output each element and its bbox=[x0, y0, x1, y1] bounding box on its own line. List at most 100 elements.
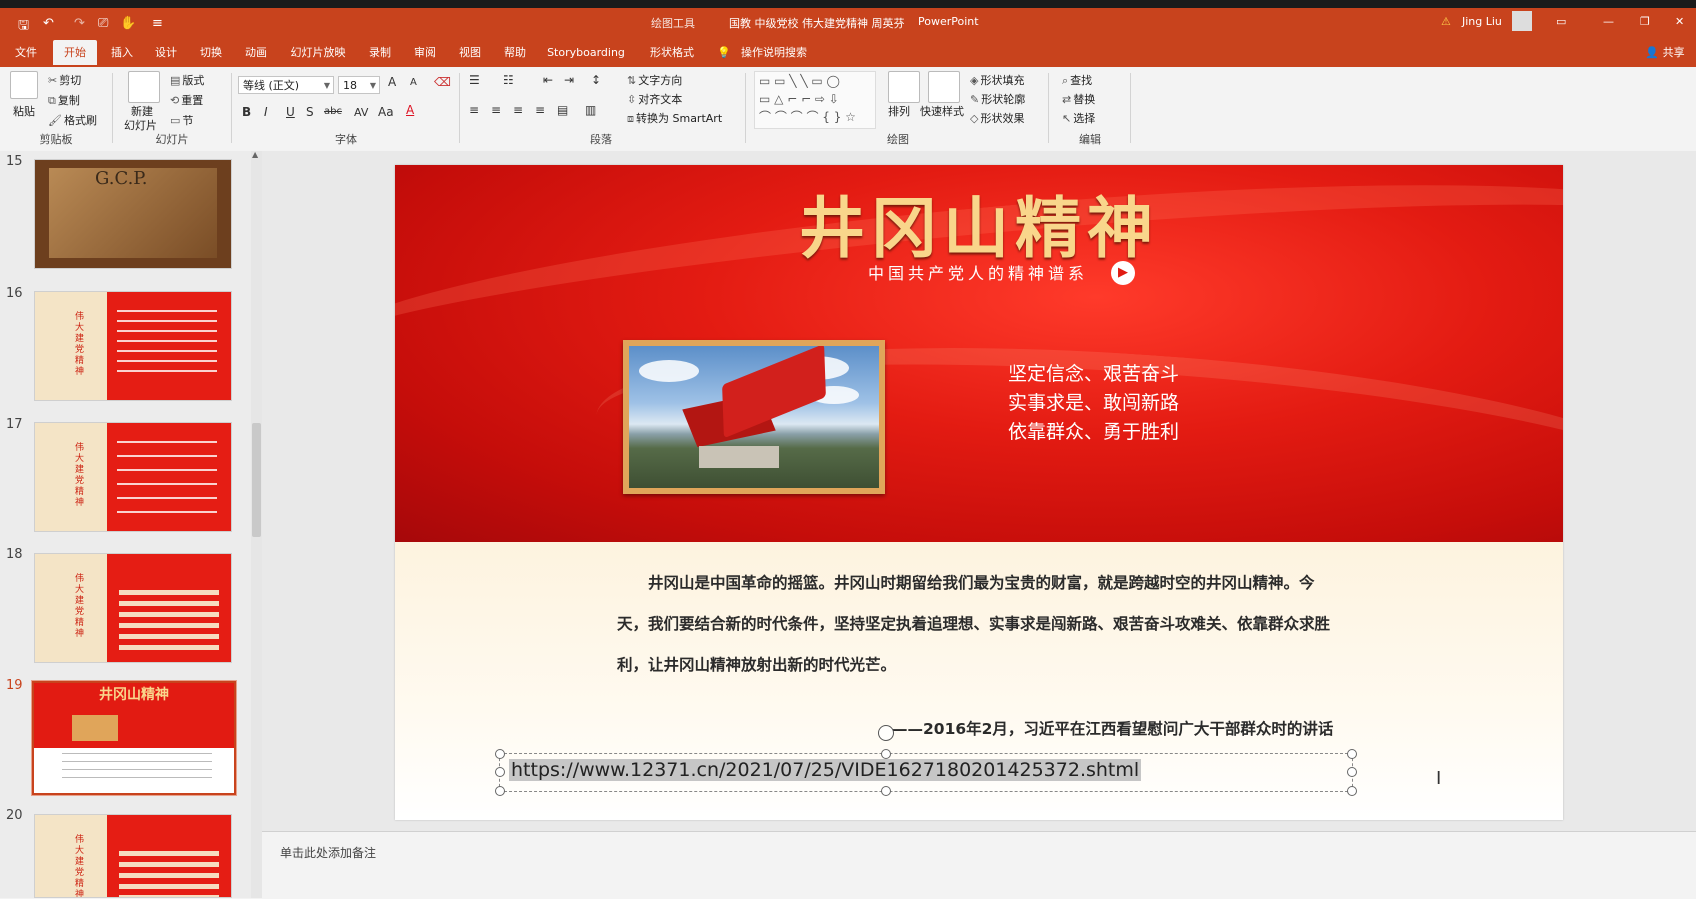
tab-insert[interactable]: 插入 bbox=[104, 40, 140, 65]
shape-fill-button[interactable]: ◈ 形状填充 bbox=[970, 72, 1024, 88]
slide-thumbnail-15[interactable]: G.C.P. bbox=[34, 159, 232, 269]
shrink-font-button[interactable]: A bbox=[410, 77, 417, 88]
resize-handle[interactable] bbox=[881, 749, 891, 759]
smartart-button[interactable]: ⧈ 转换为 SmartArt bbox=[627, 110, 722, 126]
tab-help[interactable]: 帮助 bbox=[497, 40, 533, 65]
tab-animations[interactable]: 动画 bbox=[238, 40, 274, 65]
tab-file[interactable]: 文件 bbox=[8, 40, 44, 65]
slide-thumbnail-16[interactable]: 伟大建党精神 bbox=[34, 291, 232, 401]
slide-title[interactable]: 井冈山精神 bbox=[395, 175, 1563, 271]
find-button[interactable]: ⌕ 查找 bbox=[1062, 72, 1092, 88]
ribbon-display-icon[interactable]: ▭ bbox=[1556, 15, 1566, 28]
layout-button[interactable]: ▤ 版式 bbox=[170, 72, 204, 88]
scrollbar-thumb[interactable] bbox=[252, 423, 261, 537]
cut-button[interactable]: ✂ 剪切 bbox=[48, 72, 81, 88]
tab-transitions[interactable]: 切换 bbox=[193, 40, 229, 65]
char-spacing-icon[interactable]: AV bbox=[354, 106, 368, 119]
align-left-icon[interactable]: ≡ bbox=[469, 103, 479, 117]
scroll-up-icon[interactable]: ▲ bbox=[252, 150, 258, 159]
save-icon[interactable]: 🖫 bbox=[18, 16, 29, 38]
format-painter-button[interactable]: 🖌 格式刷 bbox=[48, 112, 97, 128]
slide-thumbnail-18[interactable]: 伟大建党精神 bbox=[34, 553, 232, 663]
arrange-icon[interactable] bbox=[888, 71, 920, 103]
text-direction-button[interactable]: ⇅ 文字方向 bbox=[627, 72, 682, 88]
font-name-combo[interactable]: 等线 (正文) ▼ bbox=[238, 76, 334, 94]
align-center-icon[interactable]: ≡ bbox=[491, 103, 501, 117]
resize-handle[interactable] bbox=[495, 767, 505, 777]
close-icon[interactable]: ✕ bbox=[1675, 15, 1684, 28]
slide-thumbnail-17[interactable]: 伟大建党精神 bbox=[34, 422, 232, 532]
arrange-button[interactable]: 排列 bbox=[888, 103, 910, 119]
customize-qat-icon[interactable]: ≡ bbox=[152, 16, 163, 31]
columns-icon[interactable]: ▥ bbox=[585, 103, 596, 117]
user-name[interactable]: Jing Liu bbox=[1462, 15, 1502, 28]
shape-outline-button[interactable]: ✎ 形状轮廓 bbox=[970, 91, 1025, 107]
decrease-indent-icon[interactable]: ⇤ bbox=[543, 73, 553, 87]
resize-handle[interactable] bbox=[495, 786, 505, 796]
font-size-combo[interactable]: 18 ▼ bbox=[338, 76, 380, 94]
minimize-icon[interactable]: — bbox=[1603, 15, 1614, 28]
shape-effects-button[interactable]: ◇ 形状效果 bbox=[970, 110, 1024, 126]
change-case-button[interactable]: Aa bbox=[378, 105, 394, 119]
presenter-icon[interactable]: ⎚ bbox=[98, 16, 108, 31]
slide-subtitle[interactable]: 中国共产党人的精神谱系 bbox=[868, 260, 1088, 284]
bullets-icon[interactable]: ☰ bbox=[469, 73, 480, 87]
strike-button[interactable]: abc bbox=[324, 106, 342, 117]
play-icon[interactable]: ▶ bbox=[1111, 261, 1135, 285]
underline-button[interactable]: U bbox=[286, 105, 295, 119]
slide-quote[interactable]: ——2016年2月，习近平在江西看望慰问广大干部群众时的讲话 bbox=[892, 717, 1333, 739]
share-button[interactable]: 👤 共享 bbox=[1643, 40, 1687, 65]
tab-storyboarding[interactable]: Storyboarding bbox=[544, 40, 628, 65]
notes-placeholder[interactable]: 单击此处添加备注 bbox=[280, 844, 376, 861]
paste-icon[interactable] bbox=[10, 71, 38, 99]
align-right-icon[interactable]: ≡ bbox=[513, 103, 523, 117]
slogans[interactable]: 坚定信念、艰苦奋斗 实事求是、敢闯新路 依靠群众、勇于胜利 bbox=[1008, 360, 1179, 447]
resize-handle[interactable] bbox=[495, 749, 505, 759]
resize-handle[interactable] bbox=[881, 786, 891, 796]
touch-mode-icon[interactable]: ✋ bbox=[120, 16, 136, 31]
shapes-gallery[interactable]: ▭ ▭ ╲ ╲ ▭ ◯ ▭ △ ⌐ ⌐ ⇨ ⇩ ⌒ ⌒ ⌒ ⌒ { } ☆ bbox=[754, 71, 876, 129]
quick-styles-button[interactable]: 快速样式 bbox=[920, 103, 964, 119]
new-slide-icon[interactable] bbox=[128, 71, 160, 103]
section-button[interactable]: ▭ 节 bbox=[170, 112, 193, 128]
italic-button[interactable]: I bbox=[264, 105, 268, 119]
resize-handle[interactable] bbox=[1347, 749, 1357, 759]
tab-design[interactable]: 设计 bbox=[148, 40, 184, 65]
bold-button[interactable]: B bbox=[242, 105, 251, 119]
slide-thumbnail-20[interactable]: 伟大建党精神 bbox=[34, 814, 232, 898]
distributed-icon[interactable]: ▤ bbox=[557, 103, 568, 117]
restore-icon[interactable]: ❐ bbox=[1640, 15, 1650, 28]
replace-button[interactable]: ⇄ 替换 bbox=[1062, 91, 1095, 107]
font-color-button[interactable]: A bbox=[406, 103, 414, 117]
line-spacing-icon[interactable]: ↕ bbox=[591, 73, 601, 87]
select-button[interactable]: ↖ 选择 bbox=[1062, 110, 1095, 126]
tab-shape-format[interactable]: 形状格式 bbox=[640, 40, 704, 65]
reset-button[interactable]: ⟲ 重置 bbox=[170, 92, 203, 108]
tab-view[interactable]: 视图 bbox=[452, 40, 488, 65]
avatar[interactable] bbox=[1512, 11, 1532, 31]
jinggangshan-photo[interactable] bbox=[623, 340, 885, 494]
numbering-icon[interactable]: ☷ bbox=[503, 73, 514, 87]
copy-button[interactable]: ⧉ 复制 bbox=[48, 92, 80, 108]
current-slide[interactable]: 井冈山精神 中国共产党人的精神谱系 ▶ 坚定信念、艰苦奋斗 实事求是、敢闯新路 … bbox=[395, 165, 1563, 820]
align-text-button[interactable]: ⇳ 对齐文本 bbox=[627, 91, 682, 107]
slide-paragraph[interactable]: 井冈山是中国革命的摇篮。井冈山时期留给我们最为宝贵的财富，就是跨越时空的井冈山精… bbox=[617, 563, 1343, 686]
undo-icon[interactable]: ↶ bbox=[43, 16, 54, 31]
tab-home[interactable]: 开始 bbox=[53, 40, 97, 65]
increase-indent-icon[interactable]: ⇥ bbox=[564, 73, 574, 87]
notes-pane[interactable]: 单击此处添加备注 bbox=[262, 831, 1696, 899]
rotate-handle-icon[interactable] bbox=[878, 725, 894, 741]
warning-icon[interactable]: ⚠ bbox=[1441, 15, 1451, 28]
redo-icon[interactable]: ↷ bbox=[74, 16, 85, 31]
resize-handle[interactable] bbox=[1347, 786, 1357, 796]
url-text[interactable]: https://www.12371.cn/2021/07/25/VIDE1627… bbox=[509, 759, 1142, 781]
paste-button[interactable]: 粘贴 bbox=[13, 103, 35, 119]
tab-record[interactable]: 录制 bbox=[362, 40, 398, 65]
shadow-button[interactable]: S bbox=[306, 105, 314, 119]
clear-format-icon[interactable]: ⌫ bbox=[434, 75, 451, 89]
resize-handle[interactable] bbox=[1347, 767, 1357, 777]
tab-slideshow[interactable]: 幻灯片放映 bbox=[285, 40, 351, 65]
grow-font-button[interactable]: A bbox=[388, 75, 396, 89]
tab-review[interactable]: 审阅 bbox=[407, 40, 443, 65]
search-hint[interactable]: 操作说明搜索 bbox=[739, 40, 809, 65]
